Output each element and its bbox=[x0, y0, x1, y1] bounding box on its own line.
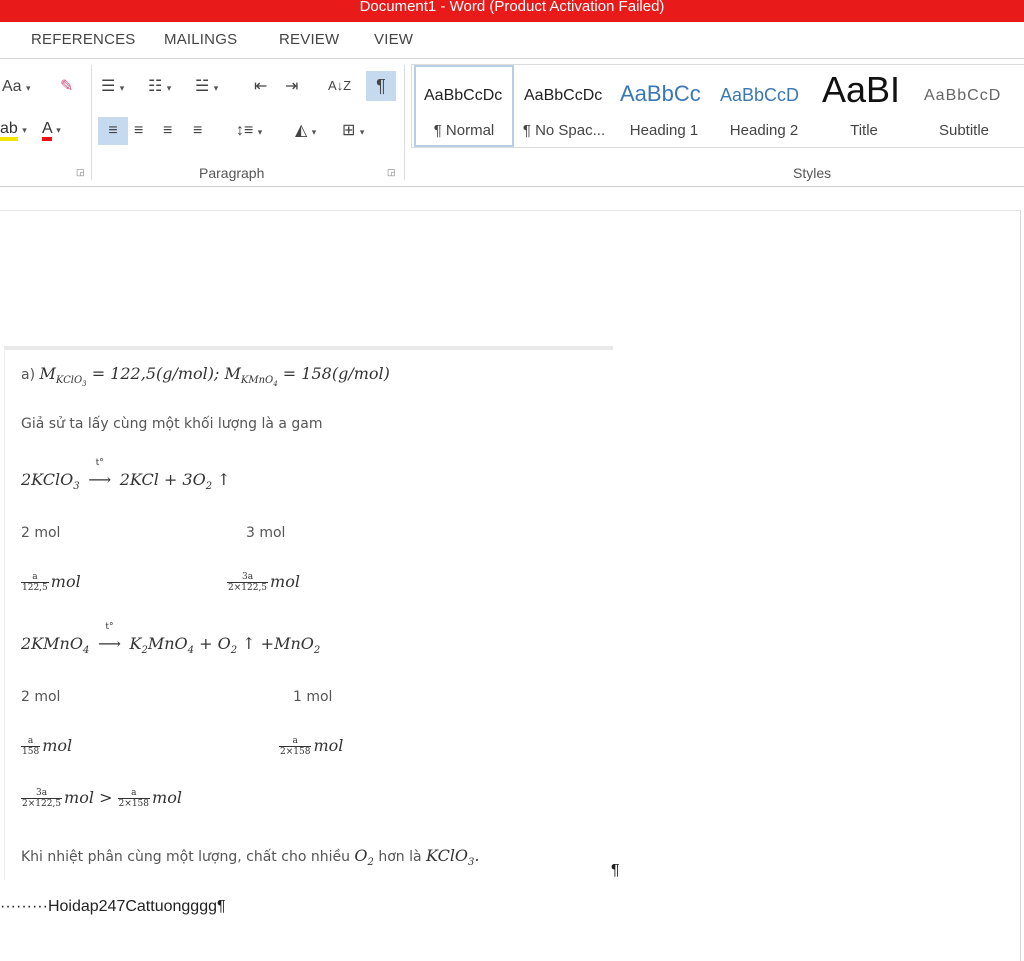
line-spacing-button[interactable]: ↕≡ ▾ bbox=[236, 121, 262, 142]
ribbon-tabs: REFERENCES MAILINGS REVIEW VIEW bbox=[0, 22, 1024, 59]
window-title: Document1 - Word (Product Activation Fai… bbox=[359, 0, 665, 15]
tab-references[interactable]: REFERENCES bbox=[31, 31, 136, 48]
group-separator bbox=[91, 65, 92, 180]
sort-button[interactable]: A↓Z bbox=[328, 76, 351, 96]
multilevel-list-button[interactable]: ☱ ▾ bbox=[195, 77, 218, 98]
styles-gallery: AaBbCcDc ¶ Normal AaBbCcDc ¶ No Spac... … bbox=[411, 64, 1024, 148]
align-right-button[interactable]: ≡ bbox=[163, 121, 172, 141]
arrow-icon: t° ⟶ bbox=[97, 622, 121, 653]
r1-mol-right: 3 mol bbox=[246, 525, 286, 541]
bullets-button[interactable]: ☰ ▾ bbox=[101, 77, 124, 98]
title-bar: Document1 - Word (Product Activation Fai… bbox=[0, 0, 1024, 22]
paragraph-mark: ¶ bbox=[611, 862, 620, 879]
show-formatting-marks-button[interactable]: ¶ bbox=[366, 71, 396, 101]
r1-mol-left: 2 mol bbox=[21, 525, 61, 541]
tab-view[interactable]: VIEW bbox=[374, 31, 413, 48]
style-title[interactable]: AaBI Title bbox=[814, 65, 914, 147]
align-left-button[interactable]: ≡ bbox=[98, 117, 128, 145]
style-subtitle[interactable]: AaBbCcD Subtitle bbox=[914, 65, 1014, 147]
reaction-kmno4: 2KMnO4 t° ⟶ K2MnO4 + O2 ↑ +MnO2 bbox=[21, 622, 321, 657]
change-case-button[interactable]: Aa ▾ bbox=[2, 77, 31, 98]
tab-mailings[interactable]: MAILINGS bbox=[164, 31, 237, 48]
paragraph-dialog-launcher-icon[interactable]: ◲ bbox=[387, 167, 396, 178]
style-heading-2[interactable]: AaBbCcD Heading 2 bbox=[714, 65, 814, 147]
r2-frac-left: a 158 mol bbox=[21, 736, 73, 757]
r2-frac-right: a 2×158 mol bbox=[279, 736, 344, 757]
align-center-button[interactable]: ≡ bbox=[134, 121, 143, 141]
embedded-answer-image[interactable]: a) MKClO3 = 122,5(g/mol); MKMnO4 = 158(g… bbox=[4, 346, 613, 880]
ribbon: Aa ▾ ✎ ab ▾ A ▾ ◲ ☰ ▾ ☷ ▾ ☱ ▾ ⇤ ⇥ A↓Z ¶ … bbox=[0, 59, 1024, 187]
highlight-color-button[interactable]: ab ▾ bbox=[0, 119, 27, 141]
increase-indent-button[interactable]: ⇥ bbox=[285, 77, 298, 97]
styles-group-label: Styles bbox=[793, 165, 832, 181]
r2-mol-right: 1 mol bbox=[293, 689, 333, 705]
reaction-kclo3: 2KClO3 t° ⟶ 2KCl + 3O2 ↑ bbox=[21, 458, 231, 493]
style-normal[interactable]: AaBbCcDc ¶ Normal bbox=[414, 65, 514, 147]
r2-mol-left: 2 mol bbox=[21, 689, 61, 705]
r1-frac-left: a 122,5 mol bbox=[21, 572, 81, 593]
font-dialog-launcher-icon[interactable]: ◲ bbox=[76, 167, 85, 178]
borders-button[interactable]: ⊞ ▾ bbox=[342, 121, 364, 142]
shading-button[interactable]: ◭ ▾ bbox=[295, 121, 316, 142]
justify-button[interactable]: ≡ bbox=[193, 121, 202, 141]
molar-mass-line: a) MKClO3 = 122,5(g/mol); MKMnO4 = 158(g… bbox=[21, 364, 390, 389]
style-heading-1[interactable]: AaBbCc Heading 1 bbox=[614, 65, 714, 147]
paragraph-group-label: Paragraph bbox=[199, 165, 265, 181]
tab-review[interactable]: REVIEW bbox=[279, 31, 339, 48]
clear-formatting-icon[interactable]: ✎ bbox=[60, 77, 73, 97]
numbering-button[interactable]: ☷ ▾ bbox=[148, 77, 171, 98]
style-no-spacing[interactable]: AaBbCcDc ¶ No Spac... bbox=[514, 65, 614, 147]
font-color-button[interactable]: A ▾ bbox=[42, 119, 61, 141]
assumption-text: Giả sử ta lấy cùng một khối lượng là a g… bbox=[21, 416, 323, 432]
decrease-indent-button[interactable]: ⇤ bbox=[254, 77, 267, 97]
arrow-icon: t° ⟶ bbox=[88, 458, 112, 489]
r1-frac-right: 3a 2×122,5 mol bbox=[227, 572, 300, 593]
signature-line[interactable]: ·········Hoidap247Cattuongggg¶ bbox=[0, 898, 226, 916]
group-separator bbox=[404, 65, 405, 180]
comparison-line: 3a 2×122,5 mol > a 2×158 mol bbox=[21, 788, 182, 809]
conclusion-line: Khi nhiệt phân cùng một lượng, chất cho … bbox=[21, 846, 480, 869]
